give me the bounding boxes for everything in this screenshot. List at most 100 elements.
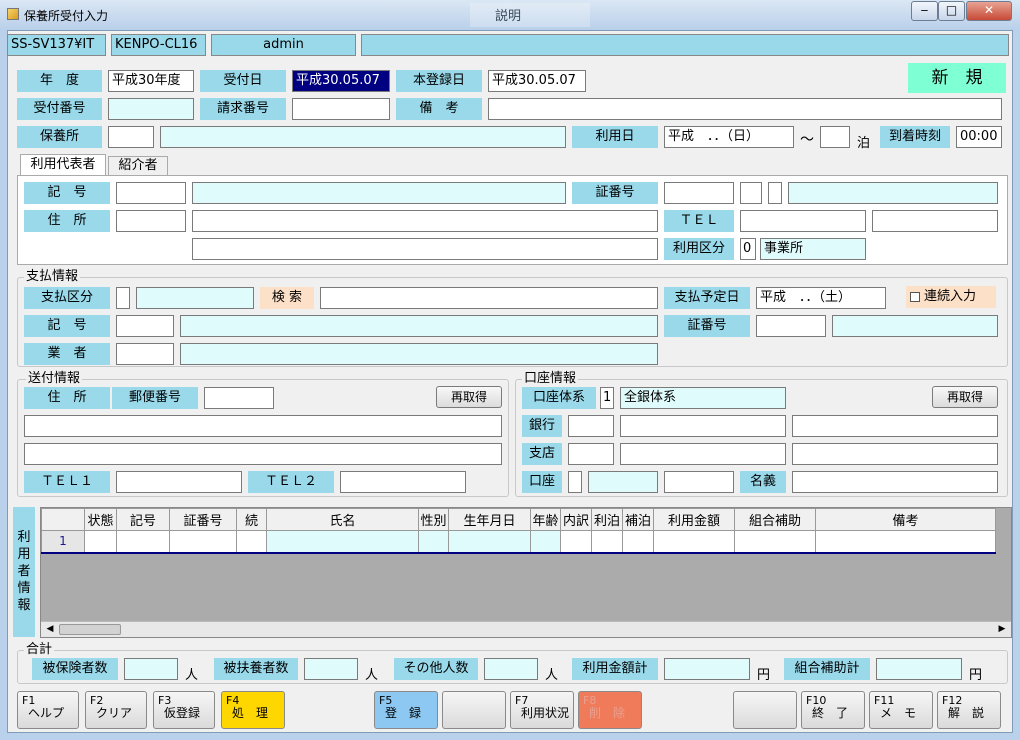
- bank-name-kana-field[interactable]: [792, 415, 998, 437]
- horizontal-scrollbar[interactable]: ◀ ▶: [41, 621, 1011, 637]
- payment-type-code-field[interactable]: [116, 287, 130, 309]
- rep-address-field-2[interactable]: [192, 238, 658, 260]
- f6-blank-button[interactable]: [442, 691, 506, 729]
- shipping-address-field-2[interactable]: [24, 443, 502, 465]
- f4-process-button[interactable]: F4 処 理: [221, 691, 285, 729]
- holder-field[interactable]: [792, 471, 998, 493]
- rep-cert-sub-field[interactable]: [740, 182, 762, 204]
- f1-help-button[interactable]: F1 ヘルプ: [17, 691, 79, 729]
- col-age[interactable]: 年齢: [530, 508, 561, 531]
- col-cert[interactable]: 証番号: [169, 508, 237, 531]
- tab-representative[interactable]: 利用代表者: [20, 154, 106, 176]
- rep-symbol-field[interactable]: [116, 182, 186, 204]
- account-system-code-field[interactable]: 1: [600, 387, 614, 409]
- cell-name[interactable]: [266, 530, 419, 554]
- account-number-field[interactable]: [664, 471, 734, 493]
- f7-usage-status-button[interactable]: F7 利用状況: [510, 691, 574, 729]
- cell-breakdown[interactable]: [560, 530, 592, 554]
- cell-subsidy-nights[interactable]: [622, 530, 654, 554]
- shipping-refetch-button[interactable]: 再取得: [436, 386, 502, 408]
- payment-schedule-field[interactable]: 平成 ．．（土）: [756, 287, 886, 309]
- rep-address-field-1[interactable]: [192, 210, 658, 232]
- receipt-number-field[interactable]: [108, 98, 194, 120]
- arrival-time-field[interactable]: 00:00: [956, 126, 1002, 148]
- cell-sex[interactable]: [418, 530, 449, 554]
- continuous-input-option[interactable]: 連続入力: [906, 286, 996, 308]
- cell-remarks[interactable]: [815, 530, 996, 554]
- cell-cert[interactable]: [169, 530, 237, 554]
- tab-introducer[interactable]: 紹介者: [108, 156, 168, 176]
- f10-exit-button[interactable]: F10 終 了: [801, 691, 865, 729]
- cell-age[interactable]: [530, 530, 561, 554]
- rep-cert-field[interactable]: [664, 182, 734, 204]
- col-relation[interactable]: 続: [236, 508, 267, 531]
- account-refetch-button[interactable]: 再取得: [932, 386, 998, 408]
- bank-name-field[interactable]: [620, 415, 786, 437]
- col-birthdate[interactable]: 生年月日: [448, 508, 531, 531]
- receive-date-field[interactable]: 平成30.05.07: [292, 70, 390, 92]
- scrollbar-thumb[interactable]: [59, 624, 121, 635]
- account-type-field[interactable]: [568, 471, 582, 493]
- f9-blank-button[interactable]: [733, 691, 797, 729]
- claim-number-field[interactable]: [292, 98, 390, 120]
- f2-clear-button[interactable]: F2 クリア: [85, 691, 147, 729]
- note-field[interactable]: [488, 98, 1002, 120]
- shipping-tel1-field[interactable]: [116, 471, 242, 493]
- facility-code-field[interactable]: [108, 126, 154, 148]
- cell-birthdate[interactable]: [448, 530, 531, 554]
- registration-date-field[interactable]: 平成30.05.07: [488, 70, 586, 92]
- close-button[interactable]: ✕: [966, 1, 1012, 21]
- cell-amount[interactable]: [653, 530, 735, 554]
- f3-provisional-button[interactable]: F3 仮登録: [153, 691, 215, 729]
- search-field[interactable]: [320, 287, 658, 309]
- col-sex[interactable]: 性別: [418, 508, 449, 531]
- search-button[interactable]: 検 索: [260, 287, 314, 309]
- cell-relation[interactable]: [236, 530, 267, 554]
- scroll-left-arrow-icon[interactable]: ◀: [43, 623, 57, 636]
- shipping-tel2-field[interactable]: [340, 471, 466, 493]
- continuous-input-checkbox[interactable]: [910, 292, 920, 302]
- col-breakdown[interactable]: 内訳: [560, 508, 592, 531]
- col-use-nights[interactable]: 利泊: [591, 508, 623, 531]
- bank-code-field[interactable]: [568, 415, 614, 437]
- col-amount[interactable]: 利用金額: [653, 508, 735, 531]
- col-subsidy-nights[interactable]: 補泊: [622, 508, 654, 531]
- f12-explain-button[interactable]: F12 解 説: [937, 691, 1001, 729]
- f7-action-label: 利用状況: [521, 706, 570, 720]
- maximize-button[interactable]: □: [938, 1, 965, 21]
- col-status[interactable]: 状態: [84, 508, 117, 531]
- table-row[interactable]: 1: [41, 530, 996, 554]
- col-symbol[interactable]: 記号: [116, 508, 170, 531]
- branch-name-kana-field[interactable]: [792, 443, 998, 465]
- f5-register-button[interactable]: F5 登 録: [374, 691, 438, 729]
- col-remarks[interactable]: 備考: [815, 508, 996, 531]
- year-field[interactable]: 平成30年度: [108, 70, 194, 92]
- minimize-button[interactable]: ‒: [911, 1, 938, 21]
- cell-status[interactable]: [84, 530, 117, 554]
- shipping-postal-field[interactable]: [204, 387, 274, 409]
- payment-cert-field[interactable]: [756, 315, 826, 337]
- shipping-address-field-1[interactable]: [24, 415, 502, 437]
- use-type-code-field[interactable]: 0: [740, 238, 756, 260]
- cell-use-nights[interactable]: [591, 530, 623, 554]
- col-name[interactable]: 氏名: [266, 508, 419, 531]
- rep-postal-field[interactable]: [116, 210, 186, 232]
- users-side-label: 利用者情報: [13, 507, 35, 637]
- payment-type-name-field: [136, 287, 254, 309]
- cell-symbol[interactable]: [116, 530, 170, 554]
- f11-memo-button[interactable]: F11 メ モ: [869, 691, 933, 729]
- branch-code-field[interactable]: [568, 443, 614, 465]
- f8-delete-button[interactable]: F8 削 除: [578, 691, 642, 729]
- scroll-right-arrow-icon[interactable]: ▶: [995, 623, 1009, 636]
- branch-name-field[interactable]: [620, 443, 786, 465]
- rep-tel-field[interactable]: [740, 210, 866, 232]
- rep-tel-field-2[interactable]: [872, 210, 998, 232]
- nights-field[interactable]: [820, 126, 850, 148]
- rep-cert-check-field[interactable]: [768, 182, 782, 204]
- vendor-code-field[interactable]: [116, 343, 174, 365]
- cell-subsidy[interactable]: [734, 530, 816, 554]
- payment-symbol-field[interactable]: [116, 315, 174, 337]
- payment-office-field: [832, 315, 998, 337]
- use-date-field[interactable]: 平成 ．．（日）: [664, 126, 794, 148]
- col-subsidy[interactable]: 組合補助: [734, 508, 816, 531]
